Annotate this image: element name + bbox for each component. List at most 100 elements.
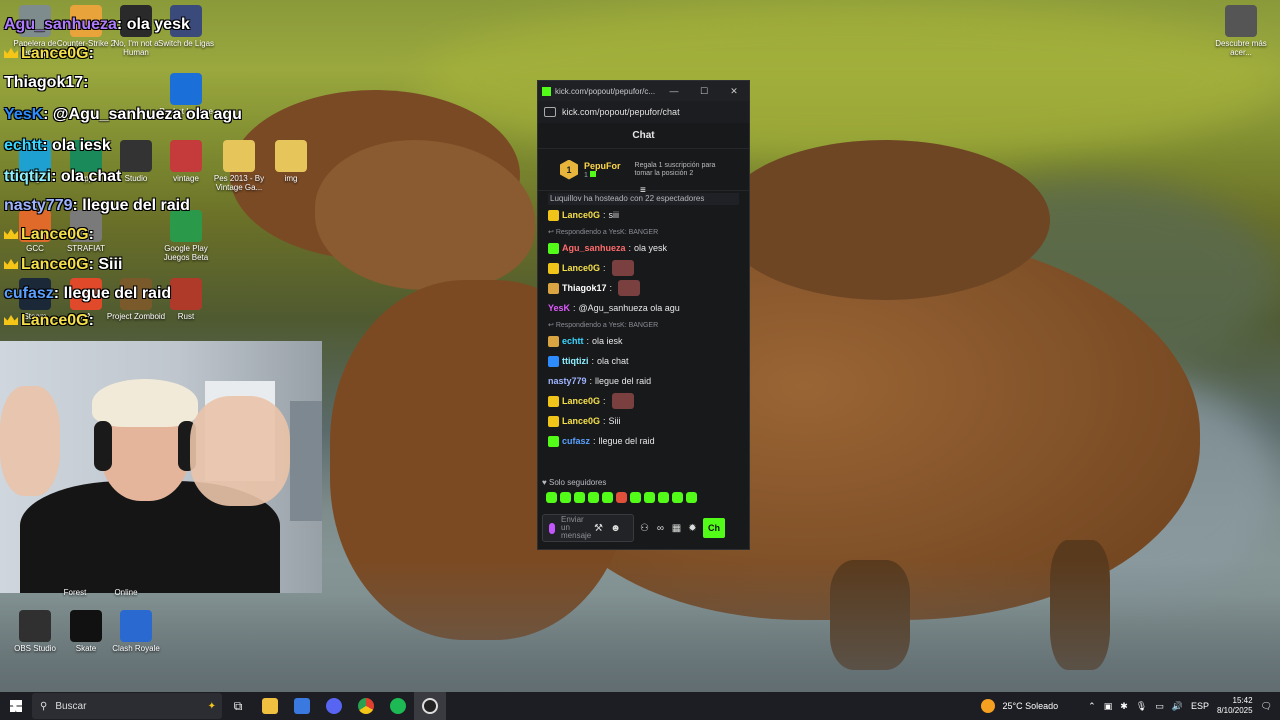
minimize-icon[interactable]: — [659,86,689,96]
network-icon[interactable]: ▭ [1155,701,1164,712]
site-settings-icon[interactable] [544,107,556,117]
meet-icon[interactable]: ▣ [1104,701,1113,712]
reply-context[interactable]: ↩ Respondiendo a YesK: BANGER [548,321,739,331]
chat-message[interactable]: ttiqtizi: ola chat [548,351,739,371]
badge-icon[interactable] [548,355,559,367]
badge-icon[interactable] [548,242,559,254]
chevron-up-icon[interactable]: ⌃ [1088,701,1096,712]
start-button[interactable] [0,692,32,720]
language-indicator[interactable]: ESP [1191,701,1209,711]
chat-input-row[interactable]: Enviar un mensaje ⚒ ☻ ⚇ ∞ ▦ ✹ Ch [542,513,748,543]
windows-logo-icon [10,700,22,712]
desktop-icon[interactable]: Clash Royale [103,610,169,653]
gif-icon[interactable]: ⚒ [593,523,604,534]
chat-username[interactable]: cufasz [562,431,590,451]
emote-icon[interactable] [616,492,627,503]
store-button[interactable] [286,692,318,720]
emote-icon[interactable] [602,492,613,503]
notification-icon[interactable]: 🗨 [1261,701,1272,712]
top-gifter-banner[interactable]: 1 PepuFor 1 Regala 1 suscripción para to… [538,149,749,196]
maximize-icon[interactable]: ☐ [689,86,719,97]
chat-username[interactable]: Lance0G [562,411,600,431]
crown-icon [4,259,18,269]
desktop-icon[interactable]: img [258,140,324,183]
chat-username[interactable]: Agu_sanhueza [562,238,626,258]
store-icon[interactable]: ▦ [671,523,682,534]
obs-button[interactable] [414,692,446,720]
chat-message[interactable]: Lance0G: [548,391,739,411]
chat-message[interactable]: Lance0G: Siii [548,411,739,431]
send-chat-button[interactable]: Ch [703,518,725,538]
badge-icon[interactable] [548,335,559,347]
chat-username[interactable]: nasty779 [548,371,587,391]
reply-context[interactable]: ↩ Respondiendo a YesK: BANGER [548,228,739,238]
chat-message[interactable]: nasty779: llegue del raid [548,371,739,391]
spotify-button[interactable] [382,692,414,720]
chat-username[interactable]: Lance0G [562,258,600,278]
task-view-button[interactable]: ⧉ [222,692,254,720]
overlay-username: Thiagok17 [4,74,84,91]
chat-username[interactable]: Lance0G [562,205,600,225]
bluetooth-icon[interactable]: ✱ [1120,701,1128,712]
chrome-button[interactable] [350,692,382,720]
badge-icon[interactable] [548,262,559,274]
chat-message[interactable]: Lance0G: [548,258,739,278]
badge-icon[interactable] [548,415,559,427]
quick-emotes[interactable] [546,492,697,503]
microphone-icon[interactable] [549,522,555,534]
emote-icon[interactable] [588,492,599,503]
emote-icon[interactable] [630,492,641,503]
emote-icon[interactable] [686,492,697,503]
gear-icon[interactable]: ✹ [687,523,698,534]
overlay-message: llegue del raid [82,197,190,214]
kick-chat-popout-window[interactable]: kick.com/popout/pepufor/c... — ☐ ✕ kick.… [537,80,750,550]
chat-input[interactable]: Enviar un mensaje ⚒ ☻ [542,514,634,542]
chat-message[interactable]: cufasz: llegue del raid [548,431,739,451]
infinity-icon[interactable]: ∞ [655,523,666,534]
badge-icon[interactable] [548,209,559,221]
chat-message[interactable]: Agu_sanhueza: ola yesk [548,238,739,258]
chat-username[interactable]: Thiagok17 [562,278,607,298]
emoji-icon[interactable]: ☻ [610,523,621,534]
capybara-back-2 [720,140,1050,300]
chat-username[interactable]: YesK [548,298,570,318]
emote-icon[interactable] [658,492,669,503]
window-titlebar[interactable]: kick.com/popout/pepufor/c... — ☐ ✕ [538,81,749,101]
people-icon[interactable]: ⚇ [639,523,650,534]
gift-subscription-hint[interactable]: Regala 1 suscripción para tomar la posic… [635,162,721,178]
clock[interactable]: 15:42 8/10/2025 [1217,696,1253,716]
emote-icon[interactable] [546,492,557,503]
weather-text[interactable]: 25°C Soleado [1003,701,1059,711]
chat-message[interactable]: Lance0G: siii [548,205,739,225]
overlay-username: echtt [4,137,43,154]
microphone-icon[interactable]: 🎙 [1136,701,1147,712]
chat-username[interactable]: ttiqtizi [562,351,589,371]
chat-message[interactable]: YesK: @Agu_sanhueza ola agu [548,298,739,318]
search-icon: ⚲ [40,700,48,712]
badge-icon[interactable] [548,435,559,447]
chat-username[interactable]: Lance0G [562,391,600,411]
overlay-username: Lance0G [21,226,89,243]
taskbar-search[interactable]: ⚲ Buscar ✦ [32,693,222,719]
chat-message[interactable]: Thiagok17: [548,278,739,298]
overlay-username: Lance0G [21,45,89,62]
app-icon [275,140,307,172]
badge-icon[interactable] [548,395,559,407]
search-placeholder: Buscar [55,700,87,712]
overlay-chat-line: nasty779: llegue del raid [4,197,190,214]
desktop-icon[interactable]: Descubre más acer... [1208,5,1274,57]
badge-icon[interactable] [548,282,559,294]
file-explorer-button[interactable] [254,692,286,720]
desktop-icon[interactable]: Google Play Juegos Beta [153,210,219,262]
chat-messages[interactable]: Luquillov ha hosteado con 22 espectadore… [538,191,749,471]
discord-button[interactable] [318,692,350,720]
emote-icon[interactable] [672,492,683,503]
emote-icon[interactable] [574,492,585,503]
url-bar[interactable]: kick.com/popout/pepufor/chat [538,101,749,123]
chat-username[interactable]: echtt [562,331,584,351]
chat-message[interactable]: echtt: ola iesk [548,331,739,351]
close-icon[interactable]: ✕ [719,86,749,97]
emote-icon[interactable] [644,492,655,503]
emote-icon[interactable] [560,492,571,503]
volume-icon[interactable]: 🔊 [1172,701,1183,712]
